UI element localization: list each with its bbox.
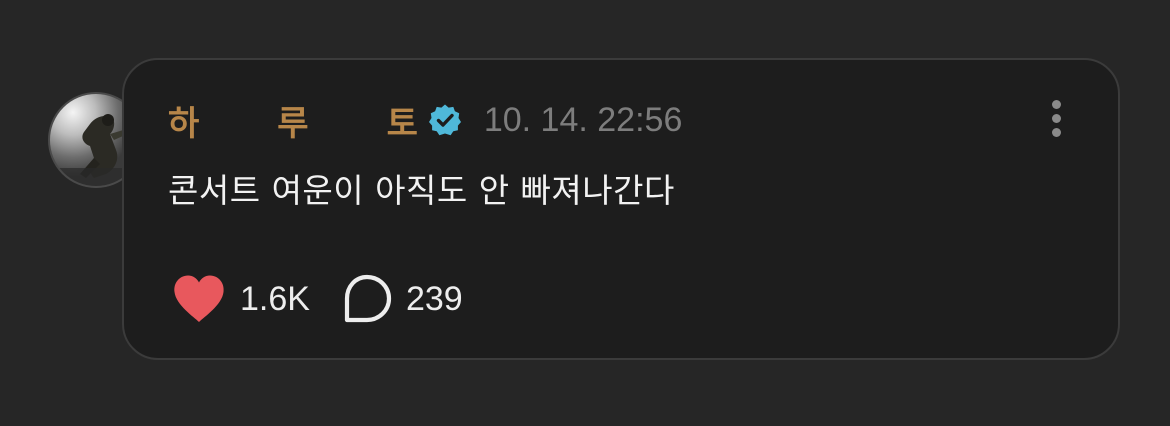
more-options-button[interactable] <box>1050 100 1062 140</box>
comment-count: 239 <box>405 279 463 318</box>
post-timestamp: 10. 14. 22:56 <box>483 100 683 139</box>
author-name-char: 토 <box>386 103 418 144</box>
post-header: 하 루 토 10. 14. 22:56 <box>168 96 682 144</box>
post-card[interactable]: 하 루 토 10. 14. 22:56 콘서트 여운이 아직도 안 빠져나간다 … <box>122 58 1120 360</box>
heart-icon <box>174 275 224 322</box>
author-name-char: 루 <box>277 103 309 144</box>
vertical-dots-icon <box>1051 100 1061 109</box>
verified-badge-icon <box>428 103 462 137</box>
post-text: 콘서트 여운이 아직도 안 빠져나간다 <box>168 171 675 210</box>
like-button[interactable]: 1.6K <box>172 274 310 324</box>
author-name[interactable]: 하 루 토 <box>168 96 418 145</box>
author-name-char: 하 <box>168 103 200 144</box>
post-actions: 1.6K 239 <box>172 272 463 326</box>
speech-bubble-icon <box>344 274 392 323</box>
comment-button[interactable]: 239 <box>342 274 463 324</box>
like-count: 1.6K <box>240 279 310 318</box>
